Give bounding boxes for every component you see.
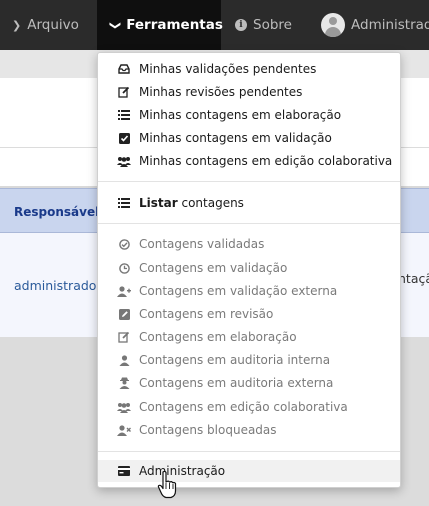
menu-item-label: Contagens validadas [139, 237, 265, 251]
menu-item-label: Contagens em elaboração [139, 330, 297, 344]
menu-arquivo[interactable]: ❯ Arquivo [12, 0, 79, 50]
menu-item-em-elaboracao[interactable]: Contagens em elaboração [98, 326, 400, 348]
menu-item-label: Listar contagens [139, 196, 244, 210]
menu-divider [98, 181, 400, 182]
credit-card-icon [117, 466, 131, 476]
menu-item-minhas-revisoes[interactable]: Minhas revisões pendentes [98, 81, 400, 103]
edit-icon [117, 86, 131, 98]
menu-item-label: Minhas contagens em validação [139, 131, 332, 145]
info-icon: i [235, 19, 247, 31]
menu-item-label: Contagens em edição colaborativa [139, 400, 348, 414]
top-navbar: ❯ Arquivo ❯ Ferramentas i Sobre Administ… [0, 0, 429, 50]
menu-ferramentas-label: Ferramentas [126, 17, 223, 33]
menu-item-label: Minhas contagens em elaboração [139, 108, 342, 122]
user-times-icon [117, 424, 131, 436]
menu-item-auditoria-interna[interactable]: Contagens em auditoria interna [98, 349, 400, 371]
menu-item-label: Minhas validações pendentes [139, 62, 317, 76]
menu-sobre-label: Sobre [253, 17, 292, 33]
menu-item-em-validacao[interactable]: Contagens em validação [98, 257, 400, 279]
ferramentas-dropdown: Minhas validações pendentes Minhas revis… [97, 52, 401, 488]
menu-item-validacao-externa[interactable]: Contagens em validação externa [98, 280, 400, 302]
menu-ferramentas[interactable]: ❯ Ferramentas [97, 0, 223, 50]
chevron-down-icon: ❯ [12, 18, 22, 32]
avatar [321, 13, 345, 37]
column-header-responsavel[interactable]: Responsável [14, 205, 99, 219]
menu-item-minhas-elaboracao[interactable]: Minhas contagens em elaboração [98, 104, 400, 126]
user-icon [117, 354, 131, 366]
edit-icon [117, 331, 131, 343]
row-cell-truncated: ntaçã [398, 271, 429, 286]
pencil-square-icon [117, 308, 131, 320]
menu-item-label: Contagens em validação [139, 261, 288, 275]
menu-item-administracao[interactable]: Administração [98, 460, 400, 482]
menu-item-listar-contagens[interactable]: Listar contagens [98, 192, 400, 214]
menu-divider [98, 223, 400, 224]
clock-icon [117, 262, 131, 274]
listar-rest: contagens [177, 196, 244, 210]
user-secret-icon [117, 377, 131, 389]
check-circle-icon [117, 238, 131, 250]
listar-bold: Listar [139, 196, 178, 210]
menu-item-bloqueadas[interactable]: Contagens bloqueadas [98, 419, 400, 441]
menu-item-label: Minhas revisões pendentes [139, 85, 303, 99]
list-icon [117, 110, 131, 120]
menu-item-label: Contagens em revisão [139, 307, 274, 321]
menu-item-label: Administração [139, 464, 226, 478]
menu-item-edicao-colaborativa[interactable]: Contagens em edição colaborativa [98, 396, 400, 418]
menu-item-em-revisao[interactable]: Contagens em revisão [98, 303, 400, 325]
menu-sobre[interactable]: i Sobre [235, 0, 292, 50]
check-square-icon [117, 132, 131, 144]
menu-item-validadas[interactable]: Contagens validadas [98, 233, 400, 255]
menu-item-label: Contagens em auditoria externa [139, 376, 334, 390]
hand-cursor-icon [157, 470, 177, 499]
inbox-icon [117, 64, 131, 74]
user-menu[interactable]: Administrad [321, 0, 429, 50]
users-icon [117, 402, 131, 413]
user-plus-icon [117, 285, 131, 297]
responsavel-link[interactable]: administrador [14, 278, 102, 293]
menu-arquivo-label: Arquivo [27, 17, 79, 33]
list-icon [117, 198, 131, 208]
menu-item-label: Contagens em validação externa [139, 284, 338, 298]
chevron-down-icon: ❯ [109, 20, 123, 30]
menu-divider [98, 451, 400, 452]
menu-item-auditoria-externa[interactable]: Contagens em auditoria externa [98, 372, 400, 394]
menu-item-minhas-validacao[interactable]: Minhas contagens em validação [98, 127, 400, 149]
user-name: Administrad [351, 17, 429, 33]
users-icon [117, 156, 131, 167]
menu-item-label: Contagens em auditoria interna [139, 353, 331, 367]
menu-item-label: Contagens bloqueadas [139, 423, 277, 437]
menu-item-minhas-validacoes[interactable]: Minhas validações pendentes [98, 58, 400, 80]
menu-item-label: Minhas contagens em edição colaborativa [139, 154, 393, 168]
menu-item-minhas-colaborativa[interactable]: Minhas contagens em edição colaborativa [98, 150, 400, 172]
